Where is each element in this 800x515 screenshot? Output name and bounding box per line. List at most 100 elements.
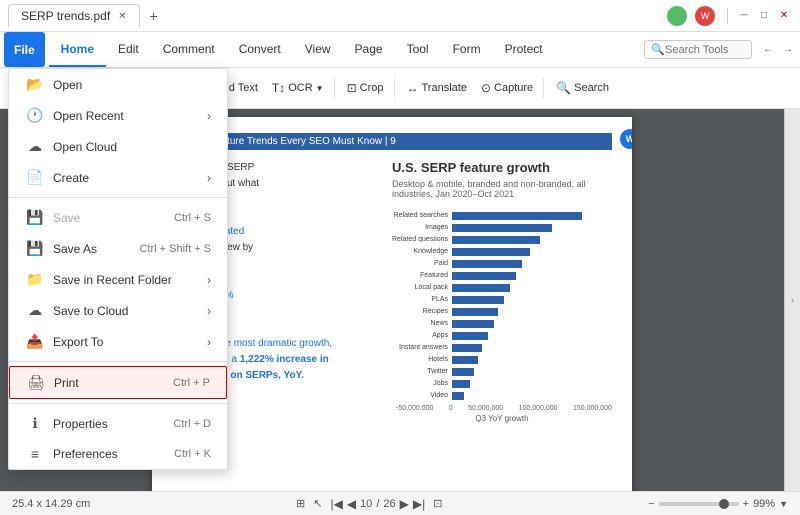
zoom-plus-button[interactable]: + bbox=[743, 498, 749, 510]
fit-page-icon: ⊡ bbox=[433, 497, 442, 510]
translate-icon: ↔ bbox=[407, 81, 419, 95]
current-page[interactable]: 10 bbox=[360, 498, 372, 510]
menu-item-save: 💾 Save Ctrl + S bbox=[9, 202, 227, 233]
properties-icon: ℹ bbox=[25, 415, 45, 432]
chart-y-labels: Related searches Images Related question… bbox=[392, 211, 448, 401]
preferences-icon: ≡ bbox=[25, 446, 45, 462]
zoom-slider[interactable] bbox=[659, 502, 739, 506]
tab-protect[interactable]: Protect bbox=[493, 32, 555, 67]
ocr-button[interactable]: T↕ OCR ▼ bbox=[266, 78, 330, 98]
pdf-header-bar: SERP Feature Trends Every SEO Must Know … bbox=[172, 133, 612, 150]
tab-comment[interactable]: Comment bbox=[151, 32, 227, 67]
crop-icon: ⊡ bbox=[347, 81, 357, 95]
tab-page[interactable]: Page bbox=[343, 32, 395, 67]
ocr-icon: T↕ bbox=[272, 81, 285, 95]
sidebar-expand-icon[interactable]: › bbox=[791, 295, 794, 306]
tab-close-button[interactable]: ✕ bbox=[118, 11, 126, 22]
minimize-button[interactable]: ─ bbox=[736, 8, 752, 24]
menu-item-preferences[interactable]: ≡ Preferences Ctrl + K bbox=[9, 439, 227, 469]
tab-tool[interactable]: Tool bbox=[395, 32, 441, 67]
capture-button[interactable]: ⊙ Capture bbox=[475, 78, 539, 98]
print-icon: 🖨 bbox=[26, 374, 46, 391]
search-button[interactable]: 🔍 Search bbox=[550, 78, 615, 98]
word-badge: W bbox=[620, 129, 632, 149]
chart-x-title: Q3 YoY growth bbox=[392, 414, 612, 423]
title-bar: SERP trends.pdf ✕ + W ─ □ ✕ bbox=[0, 0, 800, 32]
search-tools-box[interactable]: 🔍 bbox=[644, 40, 752, 59]
tab-edit[interactable]: Edit bbox=[106, 32, 151, 67]
chart-bars bbox=[452, 211, 612, 401]
next-page-button[interactable]: ▶ bbox=[400, 497, 409, 511]
open-icon: 📂 bbox=[25, 76, 45, 93]
avatar bbox=[667, 6, 687, 26]
tab-title: SERP trends.pdf bbox=[21, 9, 110, 23]
tab-view[interactable]: View bbox=[293, 32, 343, 67]
new-tab-button[interactable]: + bbox=[142, 4, 166, 28]
translate-button[interactable]: ↔ Translate bbox=[401, 78, 473, 98]
chart-title: U.S. SERP feature growth bbox=[392, 160, 612, 175]
sidebar[interactable]: › bbox=[784, 109, 800, 491]
forward-button[interactable]: → bbox=[780, 42, 796, 58]
chart-x-axis: -50,000,000 0 50,000,000 100,000,000 150… bbox=[392, 405, 612, 412]
arrow-icon: › bbox=[207, 335, 211, 349]
menu-item-open-cloud[interactable]: ☁ Open Cloud bbox=[9, 131, 227, 162]
menu-item-create[interactable]: 📄 Create › bbox=[9, 162, 227, 193]
page-navigation[interactable]: |◀ ◀ 10 / 26 ▶ ▶| bbox=[330, 497, 425, 511]
menu-separator-2 bbox=[9, 361, 227, 362]
tab-home[interactable]: Home bbox=[49, 32, 106, 67]
menu-item-properties[interactable]: ℹ Properties Ctrl + D bbox=[9, 408, 227, 439]
menu-item-save-as[interactable]: 💾 Save As Ctrl + Shift + S bbox=[9, 233, 227, 264]
create-icon: 📄 bbox=[25, 169, 45, 186]
menu-item-save-cloud[interactable]: ☁ Save to Cloud › bbox=[9, 295, 227, 326]
export-icon: 📤 bbox=[25, 333, 45, 350]
page-separator: / bbox=[376, 498, 379, 510]
menu-item-save-recent[interactable]: 📁 Save in Recent Folder › bbox=[9, 264, 227, 295]
status-bar: 25.4 x 14.29 cm ⊞ ↖ |◀ ◀ 10 / 26 ▶ ▶| ⊡ … bbox=[0, 491, 800, 515]
menu-item-export[interactable]: 📤 Export To › bbox=[9, 326, 227, 357]
bar-chart: Related searches Images Related question… bbox=[392, 211, 612, 423]
ocr-dropdown-icon: ▼ bbox=[316, 84, 324, 93]
crop-button[interactable]: ⊡ Crop bbox=[341, 78, 390, 98]
open-cloud-icon: ☁ bbox=[25, 138, 45, 155]
tab-form[interactable]: Form bbox=[441, 32, 493, 67]
save-icon: 💾 bbox=[25, 209, 45, 226]
open-recent-icon: 🕐 bbox=[25, 107, 45, 124]
menu-separator-1 bbox=[9, 197, 227, 198]
save-as-icon: 💾 bbox=[25, 240, 45, 257]
menu-separator-3 bbox=[9, 403, 227, 404]
zoom-control[interactable]: − + 99% ▼ bbox=[648, 498, 788, 510]
arrow-icon: › bbox=[207, 109, 211, 123]
toolbar-group-search: 🔍 Search bbox=[546, 78, 619, 98]
profile-icon[interactable]: W bbox=[695, 6, 715, 26]
scan-icon: ⊞ bbox=[296, 497, 305, 510]
tab-file[interactable]: File bbox=[4, 32, 45, 67]
tab-convert[interactable]: Convert bbox=[227, 32, 293, 67]
zoom-minus-button[interactable]: − bbox=[648, 498, 654, 510]
arrow-icon: › bbox=[207, 304, 211, 318]
toolbar-group-crop: ⊡ Crop bbox=[337, 78, 395, 98]
back-button[interactable]: ← bbox=[760, 42, 776, 58]
first-page-button[interactable]: |◀ bbox=[330, 497, 342, 511]
ribbon-tab-bar: File Home Edit Comment Convert View Page… bbox=[0, 32, 800, 68]
chart-body: Related searches Images Related question… bbox=[392, 211, 612, 401]
window-controls: W ─ □ ✕ bbox=[667, 6, 792, 26]
search-tools-input[interactable] bbox=[665, 44, 745, 56]
search-icon-tb: 🔍 bbox=[556, 81, 571, 95]
pdf-tab[interactable]: SERP trends.pdf ✕ bbox=[8, 4, 140, 27]
pointer-icon: ↖ bbox=[313, 497, 322, 510]
capture-icon: ⊙ bbox=[481, 81, 491, 95]
save-recent-icon: 📁 bbox=[25, 271, 45, 288]
zoom-dropdown-icon[interactable]: ▼ bbox=[779, 499, 788, 509]
menu-item-open-recent[interactable]: 🕐 Open Recent › bbox=[9, 100, 227, 131]
dimensions-text: 25.4 x 14.29 cm bbox=[12, 498, 90, 510]
file-menu: 📂 Open 🕐 Open Recent › ☁ Open Cloud 📄 Cr… bbox=[8, 68, 228, 470]
prev-page-button[interactable]: ◀ bbox=[347, 497, 356, 511]
menu-item-print[interactable]: 🖨 Print Ctrl + P bbox=[9, 366, 227, 399]
save-cloud-icon: ☁ bbox=[25, 302, 45, 319]
last-page-button[interactable]: ▶| bbox=[413, 497, 425, 511]
total-pages: 26 bbox=[383, 498, 395, 510]
close-button[interactable]: ✕ bbox=[776, 8, 792, 24]
toolbar-group-translate: ↔ Translate ⊙ Capture bbox=[397, 78, 545, 98]
maximize-button[interactable]: □ bbox=[756, 8, 772, 24]
menu-item-open[interactable]: 📂 Open bbox=[9, 69, 227, 100]
